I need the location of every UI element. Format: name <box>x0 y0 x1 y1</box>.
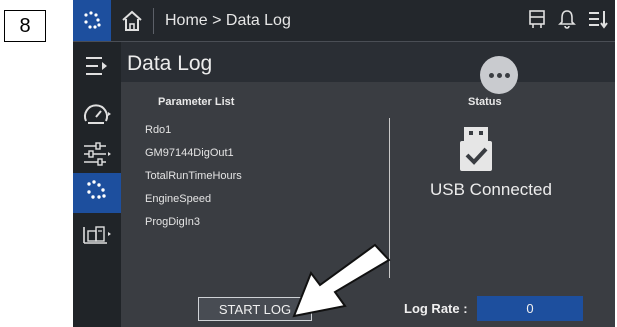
device-screen: Home > Data Log Data Log Parameter List … <box>73 0 615 327</box>
callout-arrow-icon <box>292 243 391 318</box>
step-number-label: 8 <box>4 10 46 42</box>
